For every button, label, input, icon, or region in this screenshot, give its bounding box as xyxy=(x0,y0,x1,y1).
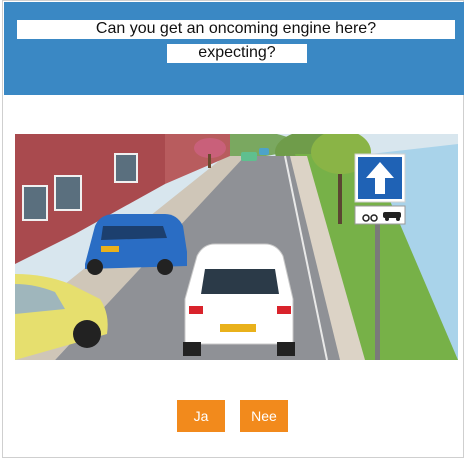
question-text-line-2: expecting? xyxy=(167,44,307,63)
question-text-line-1: Can you get an oncoming engine here? xyxy=(17,20,455,39)
sub-sign xyxy=(354,205,406,225)
traffic-scene-image xyxy=(15,134,458,360)
answer-yes-button[interactable]: Ja xyxy=(177,400,225,432)
answer-no-button[interactable]: Nee xyxy=(240,400,288,432)
blue-car xyxy=(85,214,187,275)
one-way-sign xyxy=(354,153,406,203)
